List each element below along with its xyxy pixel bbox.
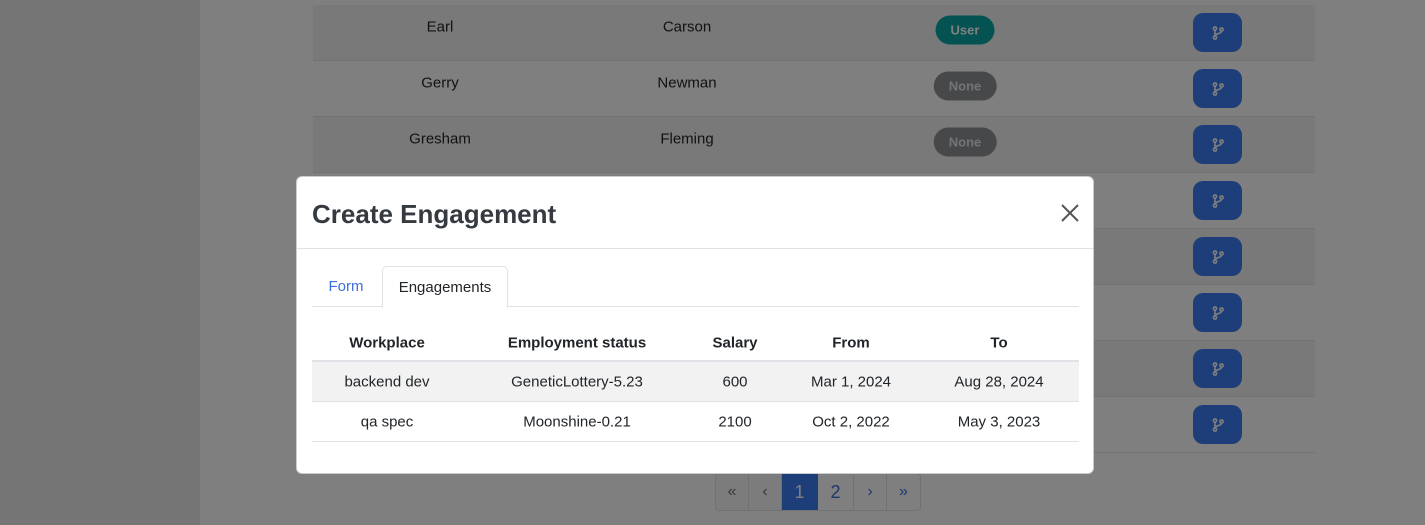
- create-engagement-modal: Create Engagement Form Engagements Workp…: [296, 176, 1094, 474]
- table-row: qa spec Moonshine-0.21 2100 Oct 2, 2022 …: [312, 402, 1079, 442]
- workplace-cell: backend dev: [344, 373, 430, 391]
- close-icon: [1061, 204, 1079, 222]
- from-cell: Oct 2, 2022: [812, 413, 890, 431]
- header-workplace: Workplace: [349, 334, 425, 352]
- modal-tabs: Form Engagements: [312, 266, 1079, 308]
- tab-form[interactable]: Form: [312, 266, 380, 307]
- workplace-cell: qa spec: [360, 413, 414, 431]
- engagements-table: Workplace Employment status Salary From …: [312, 325, 1079, 442]
- modal-header: Create Engagement: [297, 177, 1093, 249]
- to-cell: May 3, 2023: [957, 413, 1041, 431]
- header-from: From: [832, 334, 870, 352]
- from-cell: Mar 1, 2024: [810, 373, 892, 391]
- salary-cell: 600: [722, 373, 748, 391]
- salary-cell: 2100: [718, 413, 752, 431]
- to-cell: Aug 28, 2024: [954, 373, 1044, 391]
- header-to: To: [990, 334, 1008, 352]
- table-header-row: Workplace Employment status Salary From …: [312, 325, 1079, 362]
- employment-status-cell: Moonshine-0.21: [523, 413, 631, 431]
- header-employment-status: Employment status: [507, 334, 647, 352]
- modal-title: Create Engagement: [312, 199, 557, 229]
- close-button[interactable]: [1057, 200, 1083, 226]
- employment-status-cell: GeneticLottery-5.23: [511, 373, 643, 391]
- table-row: backend dev GeneticLottery-5.23 600 Mar …: [312, 362, 1079, 402]
- header-salary: Salary: [712, 334, 758, 352]
- tab-engagements[interactable]: Engagements: [382, 266, 508, 308]
